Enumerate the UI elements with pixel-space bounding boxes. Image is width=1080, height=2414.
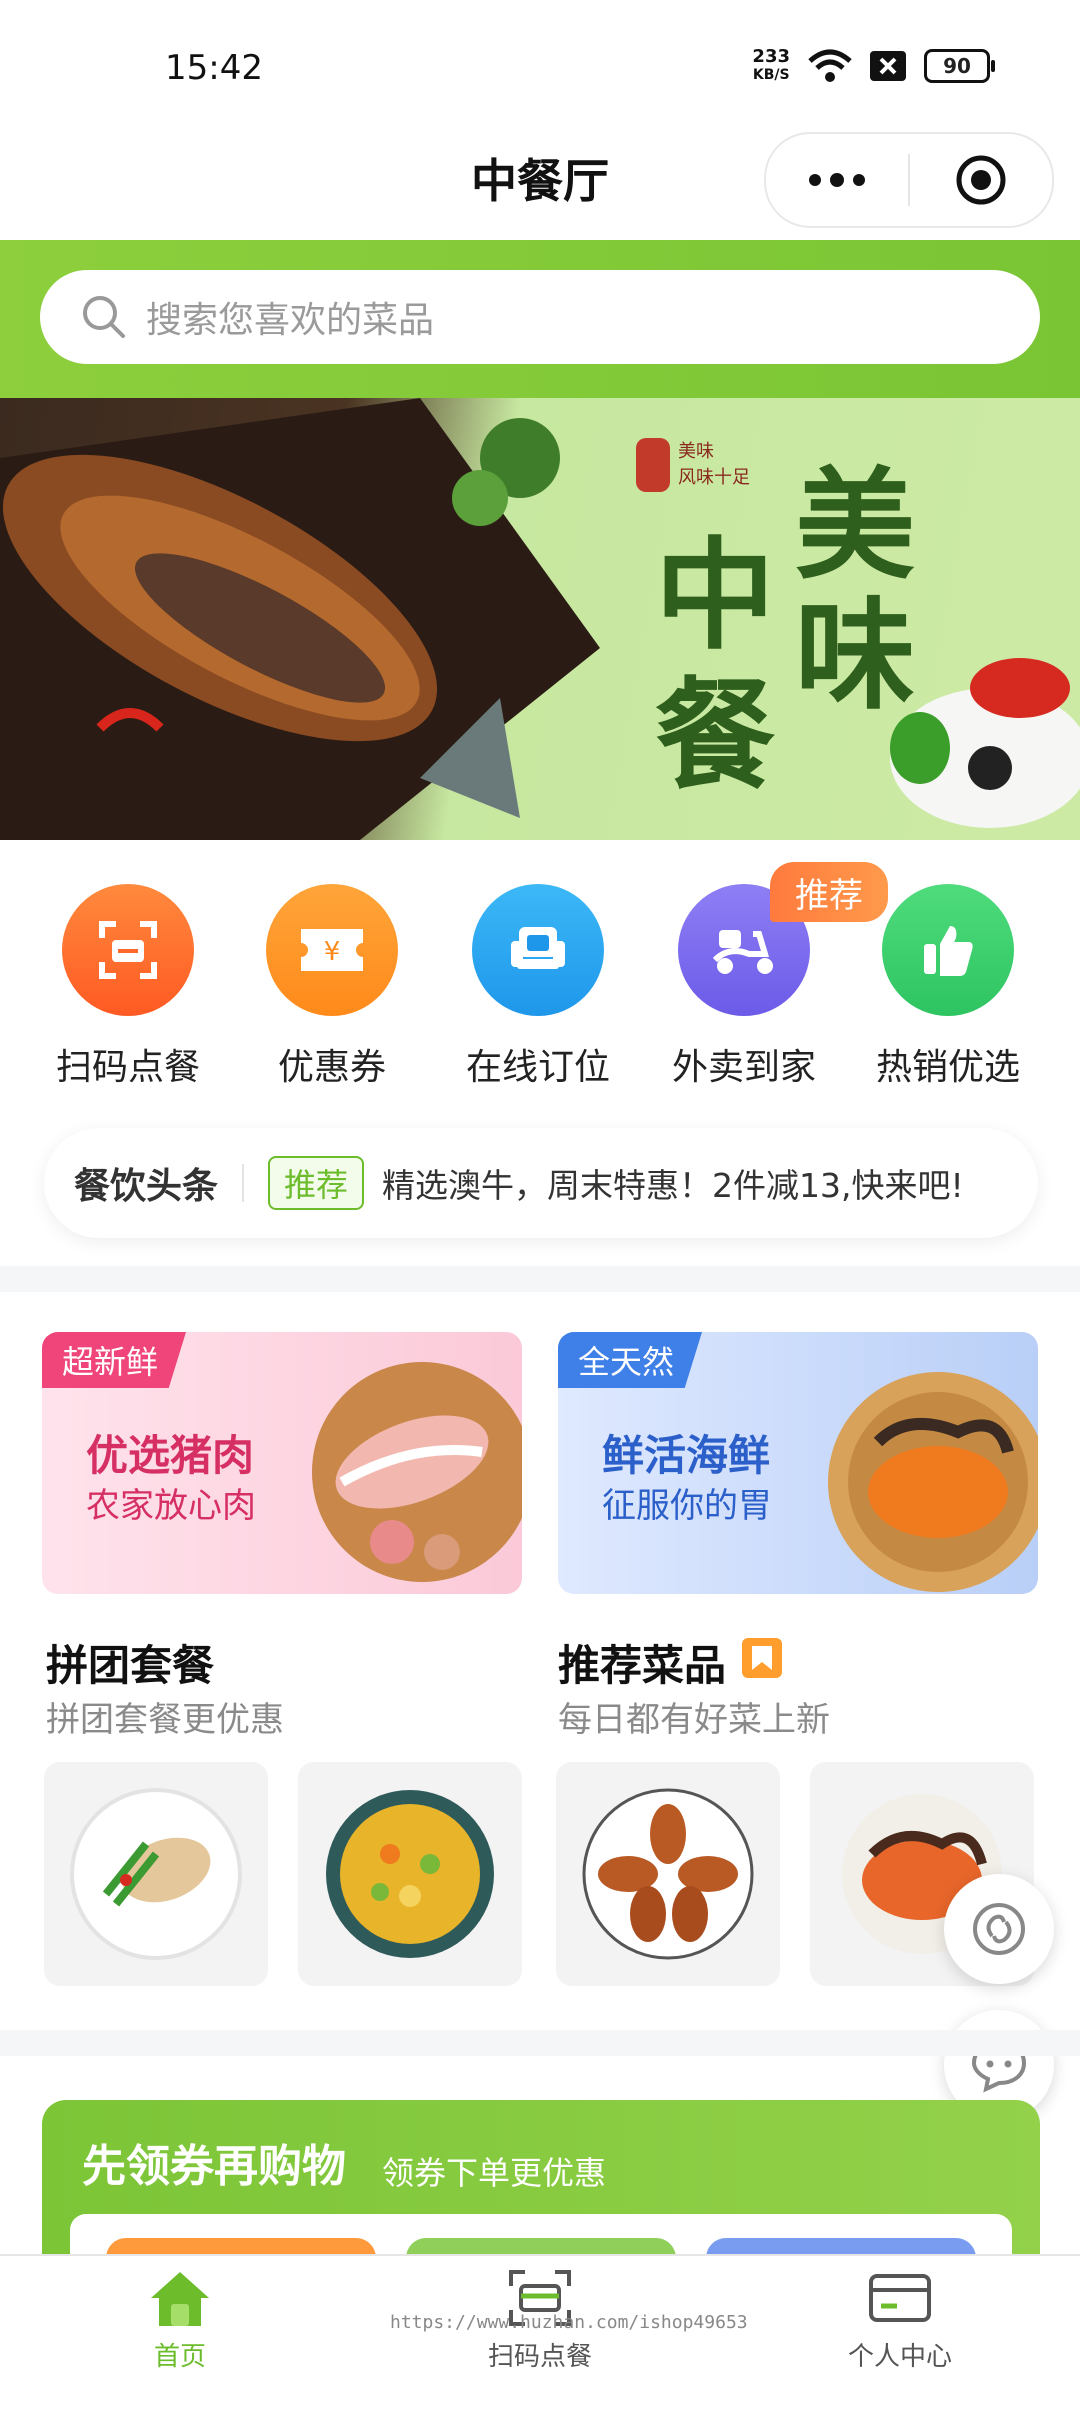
banner-char-can: 餐 xyxy=(655,665,775,806)
dish-thumbnail[interactable] xyxy=(298,1762,522,1986)
nav-circle: ¥ xyxy=(266,884,398,1016)
chicken-wings-image xyxy=(582,1788,754,1960)
section-divider xyxy=(0,1266,1080,1292)
search-placeholder: 搜索您喜欢的菜品 xyxy=(146,300,435,341)
thumbs-up-icon xyxy=(924,926,973,976)
share-float-button[interactable] xyxy=(944,1874,1054,1984)
nav-label: 外卖到家 xyxy=(671,1047,816,1088)
nav-hot-sale[interactable]: 热销优选 xyxy=(848,884,1048,1090)
curry-bowl-image xyxy=(326,1790,494,1958)
promo-subtitle: 农家放心肉 xyxy=(86,1486,256,1526)
ticker-text: 精选澳牛，周末特惠！2件减13,快来吧! xyxy=(382,1166,964,1205)
coupon-section-title: 先领券再购物 xyxy=(82,2141,346,2192)
section-subtitle-recommended: 每日都有好菜上新 xyxy=(558,1700,830,1740)
tab-profile[interactable]: 个人中心 xyxy=(780,2268,1020,2373)
status-icons: 233 KB/S 90 xyxy=(752,46,995,84)
tab-label: 个人中心 xyxy=(847,2342,952,2372)
promo-card-seafood[interactable]: 全天然 鲜活海鲜 征服你的胃 xyxy=(558,1332,1038,1594)
nav-reserve-seat[interactable]: 在线订位 xyxy=(438,884,638,1090)
section-title-group-deal: 拼团套餐 xyxy=(46,1641,215,1690)
nav-circle xyxy=(62,884,194,1016)
section-subtitle-group-deal: 拼团套餐更优惠 xyxy=(46,1700,284,1740)
promo-title: 优选猪肉 xyxy=(86,1431,255,1480)
more-button[interactable] xyxy=(766,134,908,226)
battery-icon: 90 xyxy=(924,49,995,83)
nav-label: 扫码点餐 xyxy=(55,1047,200,1088)
fish-plate-image xyxy=(70,1788,242,1960)
target-icon xyxy=(956,155,1006,205)
promo-tag: 全天然 xyxy=(558,1332,703,1388)
news-ticker[interactable]: 餐饮头条 推荐 精选澳牛，周末特惠！2件减13,快来吧! xyxy=(44,1128,1038,1238)
status-time: 15:42 xyxy=(165,48,263,88)
coupon-icon: ¥ xyxy=(301,929,363,971)
ticker-divider xyxy=(242,1164,245,1202)
crab-image xyxy=(828,1372,1038,1592)
promo-title: 鲜活海鲜 xyxy=(602,1431,771,1480)
card-icon xyxy=(869,2274,931,2322)
nav-label: 在线订位 xyxy=(465,1047,610,1088)
pork-image xyxy=(312,1362,522,1582)
section-divider xyxy=(0,2030,1080,2056)
dish-thumbnail[interactable] xyxy=(44,1762,268,1986)
nav-circle xyxy=(472,884,604,1016)
net-speed: 233 KB/S xyxy=(752,46,790,84)
no-sim-icon xyxy=(870,51,906,81)
ribbon-badge-icon xyxy=(742,1638,782,1678)
grilled-fish-image xyxy=(0,398,600,840)
promo-subtitle: 征服你的胃 xyxy=(602,1486,772,1526)
nav-circle xyxy=(882,884,1014,1016)
nav-label: 热销优选 xyxy=(875,1047,1020,1088)
coupon-section-subtitle: 领券下单更优惠 xyxy=(382,2154,607,2192)
banner-seal: 美味 风味十足 xyxy=(636,438,776,492)
ticker-tag: 推荐 xyxy=(268,1156,365,1210)
svg-text:¥: ¥ xyxy=(324,937,341,967)
more-dots-icon xyxy=(809,173,865,187)
tab-label: 首页 xyxy=(153,2342,206,2372)
miniprogram-capsule xyxy=(764,132,1054,228)
wifi-icon xyxy=(808,49,852,82)
close-miniprogram-button[interactable] xyxy=(910,134,1052,226)
search-input[interactable]: 搜索您喜欢的菜品 xyxy=(40,270,1040,364)
link-icon xyxy=(973,1903,1025,1955)
dish-thumbnail[interactable] xyxy=(556,1762,780,1986)
watermark: https://www.huzhan.com/ishop49653 xyxy=(390,2312,748,2333)
banner-char-wei: 味 xyxy=(795,585,915,726)
promo-tag: 超新鲜 xyxy=(42,1332,187,1388)
ticker-title: 餐饮头条 xyxy=(74,1166,219,1207)
nav-coupon[interactable]: ¥ 优惠券 xyxy=(232,884,432,1090)
search-icon xyxy=(83,296,125,338)
nav-label: 优惠券 xyxy=(277,1047,386,1088)
tab-label: 扫码点餐 xyxy=(487,2342,592,2372)
scan-icon xyxy=(99,921,157,979)
seat-icon xyxy=(511,927,565,969)
nav-scan-order[interactable]: 扫码点餐 xyxy=(28,884,228,1090)
promo-card-pork[interactable]: 超新鲜 优选猪肉 农家放心肉 xyxy=(42,1332,522,1594)
section-title-recommended: 推荐菜品 xyxy=(558,1641,727,1690)
hero-banner[interactable]: 美味 风味十足 美 味 中 餐 xyxy=(0,398,1080,840)
home-icon xyxy=(151,2272,209,2326)
tab-home[interactable]: 首页 xyxy=(60,2268,300,2373)
scooter-icon xyxy=(712,930,773,974)
seal-icon xyxy=(636,438,670,492)
